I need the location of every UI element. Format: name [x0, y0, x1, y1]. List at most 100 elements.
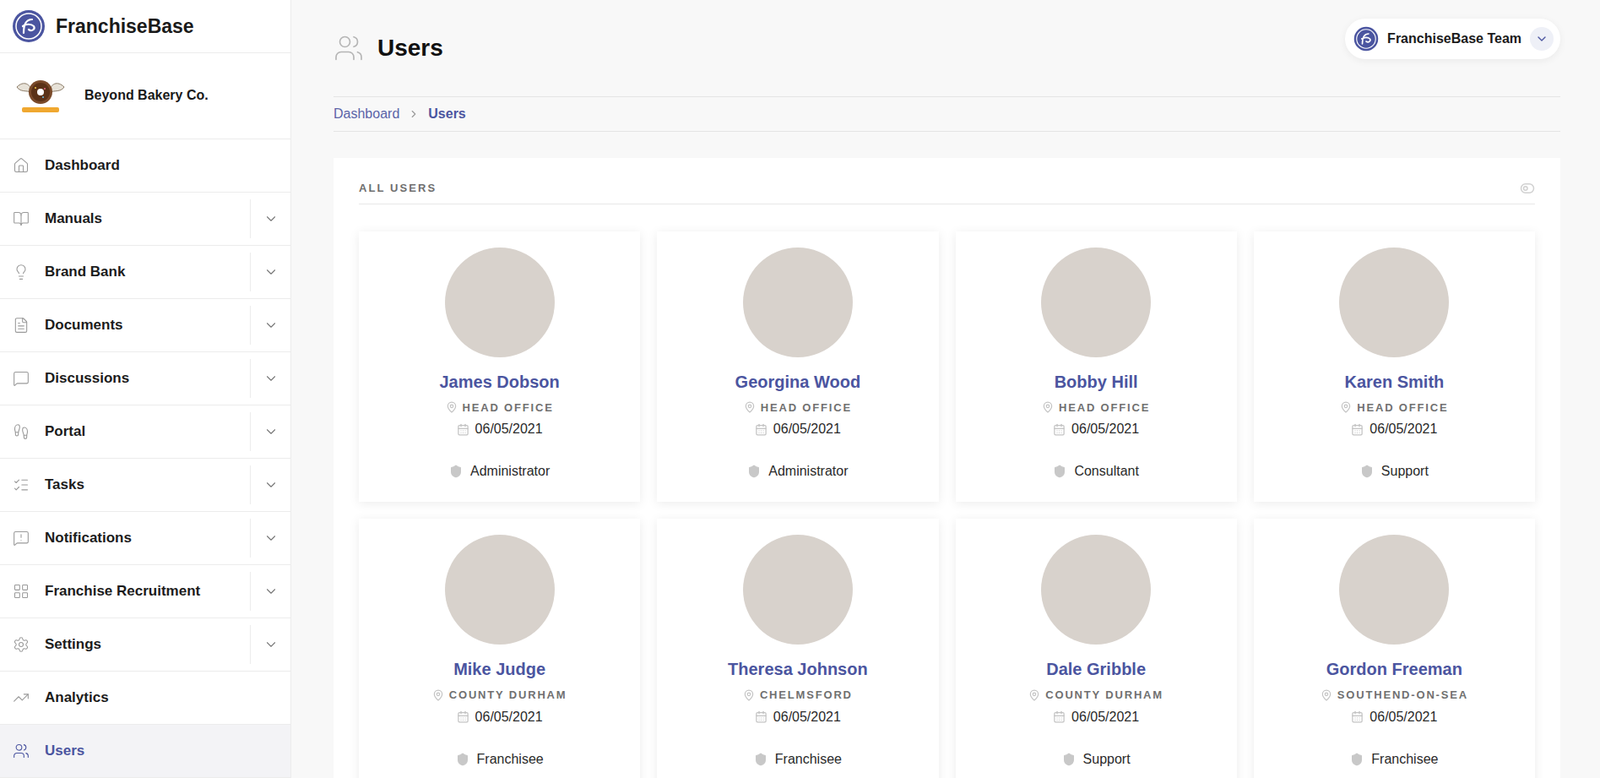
- franchisebase-logo-icon: [1353, 26, 1379, 52]
- chevron-down-icon[interactable]: [263, 264, 279, 280]
- user-location: COUNTY DURHAM: [432, 686, 568, 704]
- nav-icon: [12, 742, 30, 760]
- user-avatar: [743, 247, 853, 358]
- nav-icon: [12, 316, 30, 334]
- user-card[interactable]: Gordon FreemanSOUTHEND-ON-SEA06/05/2021F…: [1253, 518, 1535, 778]
- brand-header[interactable]: FranchiseBase: [0, 0, 291, 54]
- user-avatar: [1041, 534, 1151, 645]
- location-icon: [432, 688, 445, 701]
- chevron-down-icon[interactable]: [263, 636, 279, 652]
- user-date: 06/05/2021: [456, 706, 543, 727]
- sidebar-item[interactable]: Tasks: [0, 458, 291, 512]
- sidebar-item[interactable]: Dashboard: [0, 139, 291, 193]
- toggle-icon[interactable]: [1519, 180, 1535, 196]
- nav-icon: [12, 210, 30, 228]
- user-date: 06/05/2021: [1052, 418, 1139, 440]
- company-header[interactable]: Beyond Bakery Co.: [0, 53, 291, 140]
- user-location: SOUTHEND-ON-SEA: [1320, 686, 1469, 704]
- user-name[interactable]: James Dobson: [432, 368, 566, 395]
- chevron-down-icon[interactable]: [263, 477, 279, 493]
- user-date: 06/05/2021: [754, 418, 841, 440]
- shield-icon: [1360, 464, 1374, 478]
- location-icon: [743, 401, 756, 413]
- nav-icon: [12, 369, 30, 387]
- sidebar-item[interactable]: Franchise Recruitment: [0, 564, 291, 619]
- chevron-down-icon[interactable]: [263, 317, 279, 333]
- user-role: Franchisee: [753, 748, 842, 770]
- calendar-icon: [754, 710, 768, 723]
- user-location: CHELMSFORD: [743, 686, 853, 704]
- user-card[interactable]: Karen SmithHEAD OFFICE06/05/2021Support: [1253, 231, 1535, 503]
- user-card[interactable]: Bobby HillHEAD OFFICE06/05/2021Consultan…: [955, 231, 1237, 503]
- user-role: Support: [1360, 461, 1429, 482]
- chevron-down-icon[interactable]: [263, 583, 279, 599]
- location-icon: [1320, 688, 1333, 701]
- page-header: UsersFranchiseBase Team: [333, 0, 1561, 98]
- shield-icon: [1062, 752, 1076, 766]
- nav-icon: [12, 476, 30, 494]
- franchisebase-logo-icon: [11, 9, 46, 44]
- nav-icon: [12, 157, 30, 174]
- user-location: COUNTY DURHAM: [1028, 686, 1164, 704]
- sidebar: FranchiseBaseBeyond Bakery Co.DashboardM…: [0, 0, 292, 778]
- sidebar-item[interactable]: Notifications: [0, 511, 291, 565]
- chevron-down-icon[interactable]: [263, 370, 279, 386]
- user-role: Administrator: [747, 461, 848, 482]
- shield-icon: [1350, 752, 1364, 766]
- sidebar-item[interactable]: Discussions: [0, 352, 291, 406]
- shield-icon: [753, 752, 768, 766]
- sidebar-item[interactable]: Brand Bank: [0, 245, 291, 299]
- chevron-down-icon[interactable]: [263, 423, 279, 440]
- user-card[interactable]: Dale GribbleCOUNTY DURHAM06/05/2021Suppo…: [955, 518, 1237, 778]
- users-panel: ALL USERSJames DobsonHEAD OFFICE06/05/20…: [333, 157, 1561, 778]
- chevron-down-icon[interactable]: [263, 211, 279, 227]
- chevron-down-icon: [1534, 32, 1549, 46]
- user-card[interactable]: James DobsonHEAD OFFICE06/05/2021Adminis…: [358, 231, 640, 503]
- user-grid: James DobsonHEAD OFFICE06/05/2021Adminis…: [358, 231, 1535, 778]
- sidebar-item[interactable]: Analytics: [0, 671, 291, 725]
- user-name[interactable]: Bobby Hill: [1047, 368, 1145, 395]
- breadcrumb: Dashboard Users: [333, 97, 1561, 132]
- user-date: 06/05/2021: [1052, 706, 1139, 727]
- sidebar-item[interactable]: Settings: [0, 618, 291, 672]
- nav-icon: [12, 529, 30, 547]
- user-date: 06/05/2021: [1350, 706, 1438, 727]
- user-card[interactable]: Theresa JohnsonCHELMSFORD06/05/2021Franc…: [656, 518, 939, 778]
- user-date: 06/05/2021: [456, 418, 543, 440]
- sidebar-item[interactable]: Manuals: [0, 192, 291, 246]
- calendar-icon: [1350, 710, 1364, 723]
- user-name[interactable]: Georgina Wood: [728, 368, 868, 395]
- breadcrumb-item[interactable]: Users: [428, 103, 466, 125]
- shield-icon: [449, 464, 463, 478]
- user-avatar: [1339, 534, 1449, 645]
- nav-icon: [12, 423, 30, 440]
- user-location: HEAD OFFICE: [445, 399, 554, 417]
- team-dropdown[interactable]: FranchiseBase Team: [1345, 18, 1561, 60]
- user-card[interactable]: Georgina WoodHEAD OFFICE06/05/2021Admini…: [656, 231, 939, 503]
- user-card[interactable]: Mike Judge COUNTY DURHAM 06/05/2021 Franchi…: [358, 518, 640, 778]
- sidebar-item[interactable]: Users: [0, 724, 291, 778]
- user-name[interactable]: Dale Gribble: [1039, 656, 1153, 682]
- user-role: Franchisee: [455, 748, 544, 770]
- breadcrumb-separator-icon: [407, 108, 420, 120]
- user-location: HEAD OFFICE: [1339, 399, 1449, 417]
- calendar-icon: [1052, 710, 1066, 723]
- shield-icon: [1052, 464, 1067, 478]
- calendar-icon: [456, 423, 470, 436]
- user-name[interactable]: Mike Judge: [446, 656, 553, 682]
- calendar-icon: [754, 423, 768, 436]
- user-name[interactable]: Theresa Johnson: [721, 656, 875, 682]
- users-icon: [333, 32, 364, 64]
- calendar-icon: [1350, 423, 1364, 436]
- user-name[interactable]: Gordon Freeman: [1319, 656, 1470, 682]
- location-icon: [1028, 688, 1041, 701]
- chevron-down-icon[interactable]: [263, 530, 279, 546]
- breadcrumb-item[interactable]: Dashboard: [333, 103, 400, 125]
- calendar-icon: [456, 710, 470, 723]
- user-avatar: [743, 534, 853, 645]
- user-name[interactable]: Karen Smith: [1337, 368, 1451, 395]
- shield-icon: [455, 752, 470, 766]
- sidebar-item[interactable]: Documents: [0, 298, 291, 353]
- sidebar-item[interactable]: Portal: [0, 405, 291, 459]
- location-icon: [1041, 401, 1054, 413]
